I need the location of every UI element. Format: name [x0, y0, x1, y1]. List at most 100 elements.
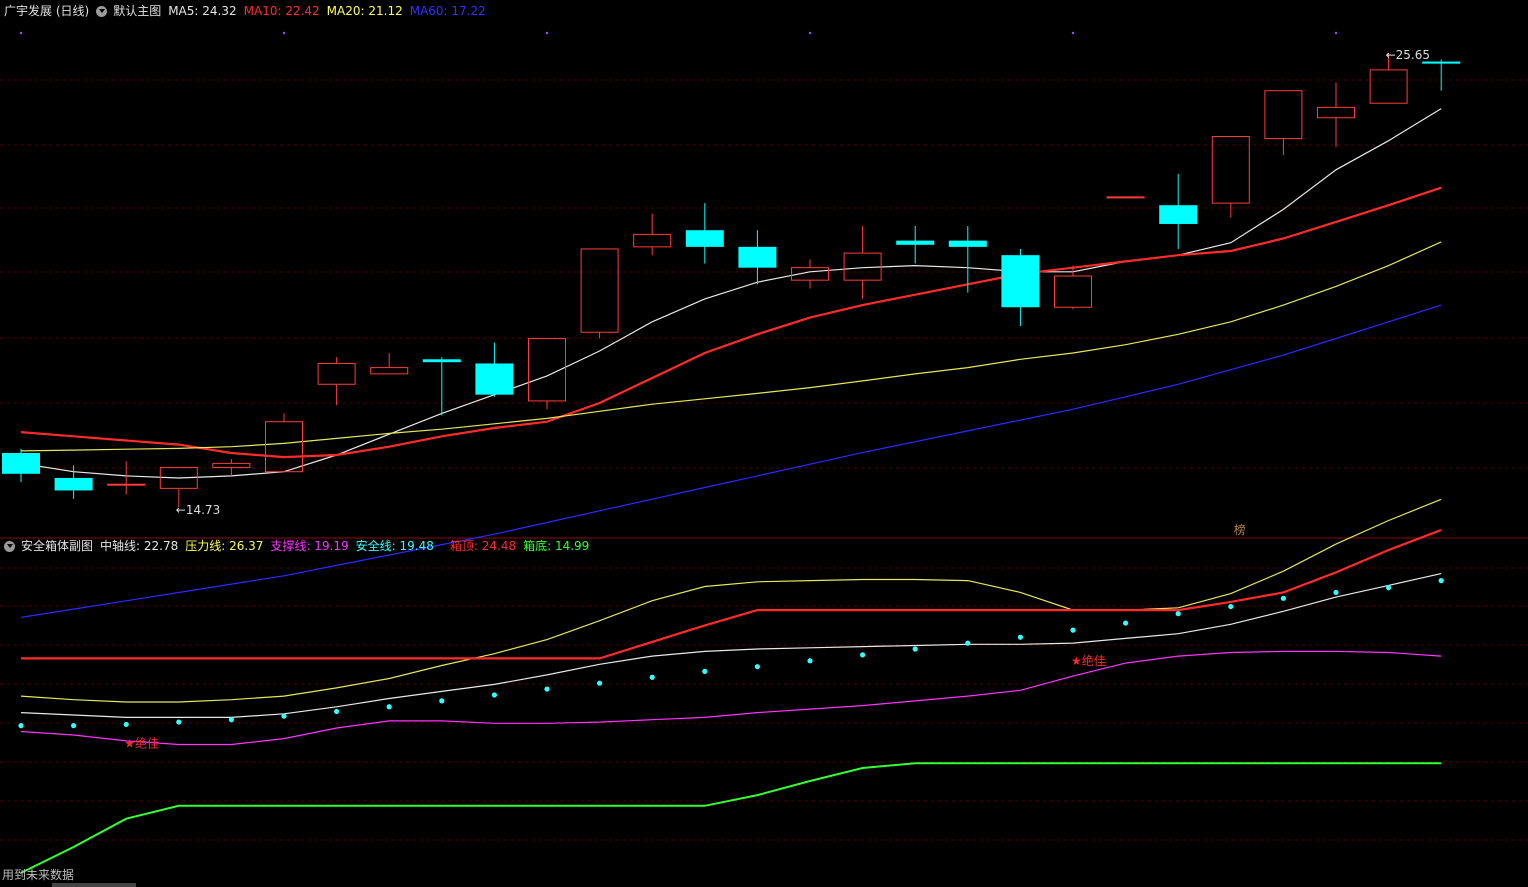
badge-annotation: 榜	[1234, 522, 1246, 537]
chart-canvas: ←14.73 ←25.65 榜 ★绝佳 ★绝佳	[0, 31, 1528, 874]
candle	[896, 226, 935, 264]
candle	[1422, 59, 1461, 91]
candle-body	[1211, 136, 1250, 204]
safety-line-dot	[1017, 634, 1024, 640]
candle	[738, 230, 777, 285]
safety-line-dot	[1280, 595, 1286, 601]
top-marker-dot	[545, 31, 549, 35]
ma-line-ma20	[20, 241, 1442, 452]
safety-line-dot	[965, 640, 971, 646]
candle	[1001, 248, 1040, 326]
candle-body	[1159, 205, 1198, 224]
safety-line-dot	[1438, 578, 1444, 584]
safety-line-dot	[860, 652, 866, 658]
future-data-notice: 用到未来数据	[2, 868, 75, 882]
candle-body	[685, 230, 724, 247]
sub-chart-name[interactable]: 安全箱体副图	[21, 538, 93, 554]
candle	[843, 226, 882, 299]
candle	[159, 467, 198, 508]
main-chart-name[interactable]: 默认主图	[113, 3, 161, 19]
safety-line-dot	[439, 698, 445, 704]
indicator-line	[20, 650, 1442, 746]
top-marker-dot	[808, 31, 812, 35]
top-marker-dot	[282, 31, 286, 35]
candle	[1317, 82, 1355, 147]
candle-body	[1054, 275, 1092, 308]
candle	[317, 357, 356, 406]
safety-line-dot	[912, 646, 918, 652]
candle-body	[1369, 69, 1408, 104]
price-annotation: ←14.73	[176, 503, 220, 517]
safety-line-dot	[123, 721, 129, 728]
candle-body	[212, 462, 251, 469]
safety-line-dot	[386, 704, 392, 710]
safety-line-dot	[1175, 611, 1181, 617]
box-top-label: 箱顶: 24.48	[449, 539, 517, 553]
indicator-line	[20, 498, 1442, 703]
safety-line-dot	[176, 719, 182, 725]
candle	[1159, 173, 1198, 249]
main-candlesticks	[2, 53, 1461, 508]
safety-line-dot	[1386, 585, 1392, 591]
ma-line-ma5	[20, 108, 1442, 479]
indicator-menu-icon[interactable]	[4, 540, 15, 552]
indicator-line	[20, 762, 1442, 874]
ma10-label: MA10: 22.42	[243, 4, 320, 18]
safety-line-dot	[807, 658, 813, 664]
safety-line-dot	[754, 664, 761, 670]
stock-name: 广宇发展 (日线)	[4, 4, 90, 18]
indicator-line	[20, 573, 1442, 719]
support-line-label: 支撑线: 19.19	[270, 539, 349, 553]
safety-line-dot	[1070, 627, 1076, 633]
safety-line-dot	[649, 674, 655, 680]
candle-body	[738, 246, 777, 268]
sub-chart-header: 安全箱体副图 中轴线: 22.78 压力线: 26.37 支撑线: 19.19 …	[4, 538, 596, 554]
candle-body	[896, 240, 935, 245]
candle	[54, 465, 93, 499]
top-marker-dot	[1334, 31, 1338, 35]
date-scroll-bar[interactable]	[52, 883, 136, 887]
candle	[1211, 136, 1250, 218]
candle	[107, 461, 146, 495]
candle-body	[422, 359, 461, 363]
candle	[2, 448, 40, 483]
candle-body	[317, 362, 356, 385]
ma-line-ma60	[20, 304, 1442, 618]
candle-body	[2, 452, 40, 474]
candle-body	[1317, 106, 1355, 119]
safety-line-dot	[18, 723, 24, 729]
candle-body	[1001, 255, 1040, 308]
top-marker-dot	[1071, 31, 1075, 35]
candle	[422, 357, 461, 416]
safety-line-dot	[491, 692, 497, 698]
candle-body	[370, 367, 409, 375]
main-chart-header: 广宇发展 (日线) 默认主图 MA5: 24.32 MA10: 22.42 MA…	[4, 3, 493, 19]
sub-indicator-lines	[18, 498, 1444, 874]
chart-menu-icon[interactable]	[96, 5, 108, 17]
candle	[580, 248, 619, 339]
candle	[212, 459, 251, 476]
candle-body	[580, 248, 619, 333]
safety-line-dot	[597, 680, 603, 686]
candle-body	[1264, 90, 1303, 140]
safety-line-dot	[228, 717, 234, 723]
candle	[1264, 90, 1303, 156]
candle-body	[54, 477, 93, 491]
candle-body	[948, 240, 987, 247]
candle-body	[633, 233, 672, 248]
box-bottom-label: 箱底: 14.99	[523, 539, 590, 553]
ma20-label: MA20: 21.12	[326, 4, 403, 18]
candle-body	[265, 421, 303, 473]
safety-line-dot	[1333, 589, 1339, 596]
candle	[370, 353, 409, 375]
pressure-line-label: 压力线: 26.37	[185, 539, 264, 553]
sub-chart-gridlines	[0, 567, 1528, 841]
candle	[528, 337, 566, 410]
safety-line-dot	[702, 668, 708, 674]
candle	[475, 342, 514, 397]
ma60-label: MA60: 17.22	[409, 4, 486, 18]
candle-body	[475, 363, 514, 395]
price-annotation: ←25.65	[1386, 48, 1430, 62]
safety-line-dot	[1123, 620, 1129, 626]
safety-line-dot	[544, 686, 550, 692]
